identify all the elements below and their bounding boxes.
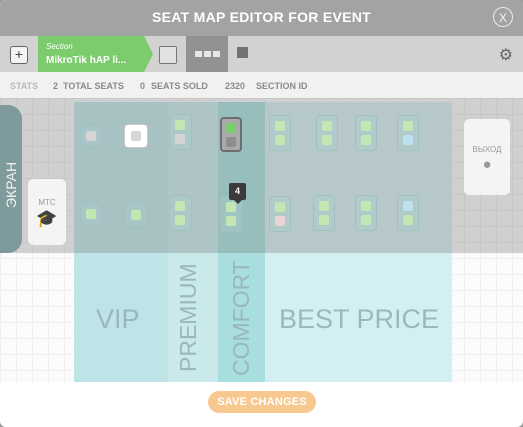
seats-sold-label: SEATS SOLD: [151, 81, 208, 91]
total-seats-label: TOTAL SEATS: [63, 81, 124, 91]
select-tool-checkbox[interactable]: [159, 46, 177, 64]
modal-title: SEAT MAP EDITOR FOR EVENT: [151, 9, 372, 25]
seat-group[interactable]: [124, 203, 148, 227]
mts-label: МТС: [38, 198, 56, 207]
seat[interactable]: [361, 215, 371, 225]
section-caption: Section: [46, 42, 73, 51]
modal-header: SEAT MAP EDITOR FOR EVENT X: [0, 0, 523, 36]
toolbar: + Section MikroTik hAP li... ⚙: [0, 36, 523, 72]
seat[interactable]: [275, 216, 285, 226]
zone-premium-label: PREMIUM: [175, 263, 201, 372]
row-dot-icon: [204, 51, 211, 57]
add-section-button[interactable]: +: [10, 46, 28, 64]
seat[interactable]: [275, 135, 285, 145]
zone-comfort-label: COMFORT: [228, 260, 254, 376]
exit-label: ВЫХОД: [472, 145, 502, 154]
row-dot-icon: [195, 51, 202, 57]
person-icon: ●: [482, 156, 492, 173]
seat-group-selected[interactable]: [220, 117, 242, 152]
seat[interactable]: [361, 201, 371, 211]
screen-label: ЭКРАН: [3, 161, 19, 208]
seat[interactable]: [175, 134, 185, 144]
seat-map-canvas[interactable]: VIP PREMIUM COMFORT BEST PRICE ЭКРАН МТС…: [0, 98, 523, 382]
seat[interactable]: [361, 121, 371, 131]
seat[interactable]: [175, 215, 185, 225]
row-dot-icon: [213, 51, 220, 57]
seat[interactable]: [226, 137, 236, 147]
gear-icon[interactable]: ⚙: [499, 45, 513, 65]
seat[interactable]: [361, 135, 371, 145]
zone-vip-label: VIP: [96, 304, 140, 334]
seat[interactable]: [86, 209, 96, 219]
seat-group[interactable]: [397, 115, 419, 151]
seat[interactable]: [403, 135, 413, 145]
stats-label: STATS: [10, 81, 39, 91]
section-id-value: 2320: [225, 81, 246, 91]
seat-group[interactable]: [124, 124, 148, 148]
seat-group[interactable]: [269, 115, 291, 151]
mts-booth[interactable]: МТС 🎓: [28, 179, 66, 245]
seat[interactable]: [275, 202, 285, 212]
inactive-overlay: [0, 98, 523, 253]
seat[interactable]: [275, 121, 285, 131]
seat[interactable]: [86, 131, 96, 141]
section-name: MikroTik hAP li...: [46, 55, 127, 66]
seat-group[interactable]: [169, 195, 192, 231]
seat-group[interactable]: [397, 195, 419, 231]
seat-count-tooltip: 4: [229, 183, 246, 204]
seat-group[interactable]: [313, 195, 335, 231]
zone-best-price-label: BEST PRICE: [279, 304, 440, 334]
save-changes-button[interactable]: SAVE CHANGES: [208, 391, 316, 413]
seat-map-editor-modal: SEAT MAP EDITOR FOR EVENT X + Section Mi…: [0, 0, 523, 427]
close-button[interactable]: X: [493, 7, 513, 27]
seat[interactable]: [226, 123, 236, 133]
row-layout-tool[interactable]: [186, 36, 228, 72]
seat-group[interactable]: [269, 196, 291, 232]
seat-group[interactable]: [80, 203, 102, 225]
seat[interactable]: [319, 201, 329, 211]
single-seat-tool[interactable]: [237, 47, 248, 58]
seat[interactable]: [175, 120, 185, 130]
seat-group[interactable]: [355, 115, 377, 151]
seat-group[interactable]: [169, 114, 192, 150]
exit-marker[interactable]: ВЫХОД ●: [464, 119, 510, 195]
seat-group[interactable]: [80, 125, 102, 147]
seat[interactable]: [131, 210, 141, 220]
total-seats-value: 2: [53, 81, 59, 91]
seat[interactable]: [403, 121, 413, 131]
graduation-cap-icon: 🎓: [36, 209, 58, 228]
section-id-label: SECTION ID: [256, 81, 308, 91]
seat[interactable]: [175, 201, 185, 211]
seat[interactable]: [131, 131, 141, 141]
seat[interactable]: [226, 216, 236, 226]
seat[interactable]: [403, 201, 413, 211]
seat[interactable]: [322, 135, 332, 145]
seats-sold-value: 0: [140, 81, 146, 91]
seat-group[interactable]: [355, 195, 377, 231]
seat[interactable]: [403, 215, 413, 225]
section-selector[interactable]: Section MikroTik hAP li...: [38, 36, 153, 72]
screen-stage[interactable]: ЭКРАН: [0, 105, 22, 253]
seat-group[interactable]: [316, 115, 338, 151]
stats-bar: STATS 2 TOTAL SEATS 0 SEATS SOLD 2320 SE…: [0, 72, 523, 98]
seat[interactable]: [319, 215, 329, 225]
seat[interactable]: [322, 121, 332, 131]
